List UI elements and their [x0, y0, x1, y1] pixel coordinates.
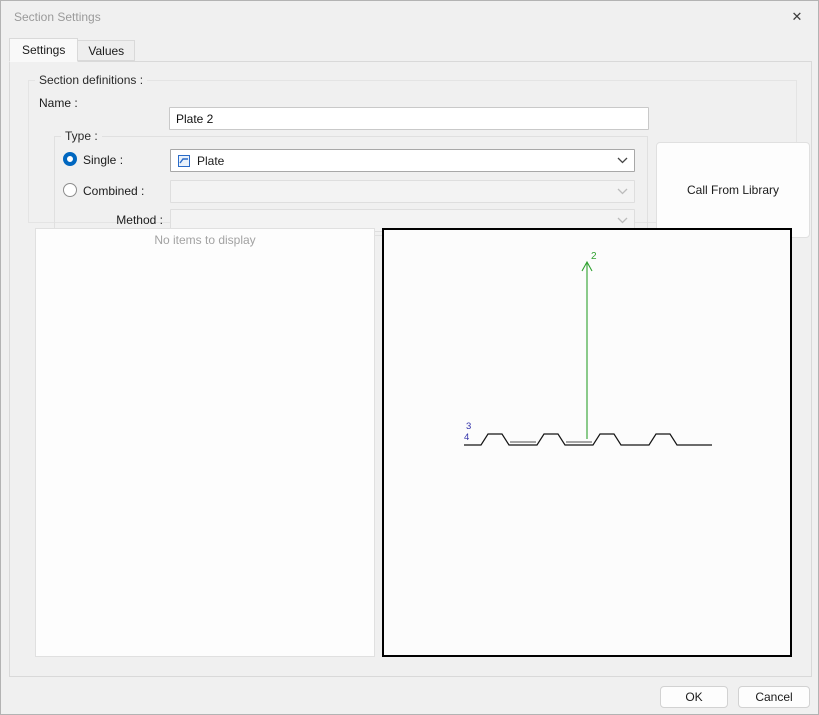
- close-button[interactable]: ✕: [786, 6, 808, 28]
- section-drawing: 2 3 4: [384, 230, 790, 655]
- name-label: Name :: [39, 96, 78, 110]
- section-items-list[interactable]: No items to display: [35, 228, 375, 657]
- method-label: Method :: [63, 213, 163, 227]
- title-bar: Section Settings ✕: [1, 1, 818, 33]
- name-input[interactable]: [169, 107, 649, 130]
- section-definitions-label: Section definitions :: [35, 73, 147, 87]
- close-icon: ✕: [792, 9, 803, 24]
- chevron-down-icon: [617, 157, 628, 164]
- combined-radio[interactable]: [63, 183, 77, 197]
- call-from-library-button[interactable]: Call From Library: [656, 142, 810, 238]
- single-type-dropdown[interactable]: Plate: [170, 149, 635, 172]
- section-settings-dialog: { "window": { "title": "Section Settings…: [0, 0, 819, 715]
- type-label: Type :: [61, 129, 102, 143]
- settings-tab-page: Section definitions : Name : Type : Sing…: [9, 61, 812, 677]
- plate-profile-polyline: [464, 434, 712, 445]
- window-title: Section Settings: [14, 10, 101, 24]
- plate-section-icon: [177, 154, 191, 168]
- combined-dropdown[interactable]: [170, 180, 635, 203]
- combined-label: Combined :: [83, 184, 144, 198]
- point-label-4: 4: [464, 432, 469, 443]
- point-label-3: 3: [466, 421, 471, 432]
- single-label: Single :: [83, 153, 123, 167]
- single-type-value: Plate: [197, 154, 224, 168]
- type-group: Type : Single : Plate Combined :: [54, 136, 648, 236]
- empty-list-text: No items to display: [36, 229, 374, 247]
- axis-2-label: 2: [591, 251, 597, 262]
- cancel-button[interactable]: Cancel: [738, 686, 810, 708]
- section-definitions-group: Section definitions : Name : Type : Sing…: [28, 80, 797, 223]
- ok-button[interactable]: OK: [660, 686, 728, 708]
- section-preview: 2 3 4: [382, 228, 792, 657]
- chevron-down-icon: [617, 217, 628, 224]
- chevron-down-icon: [617, 188, 628, 195]
- single-radio[interactable]: [63, 152, 77, 166]
- tab-strip: Settings Values: [9, 38, 135, 61]
- tab-values[interactable]: Values: [78, 40, 135, 61]
- tab-settings[interactable]: Settings: [9, 38, 78, 62]
